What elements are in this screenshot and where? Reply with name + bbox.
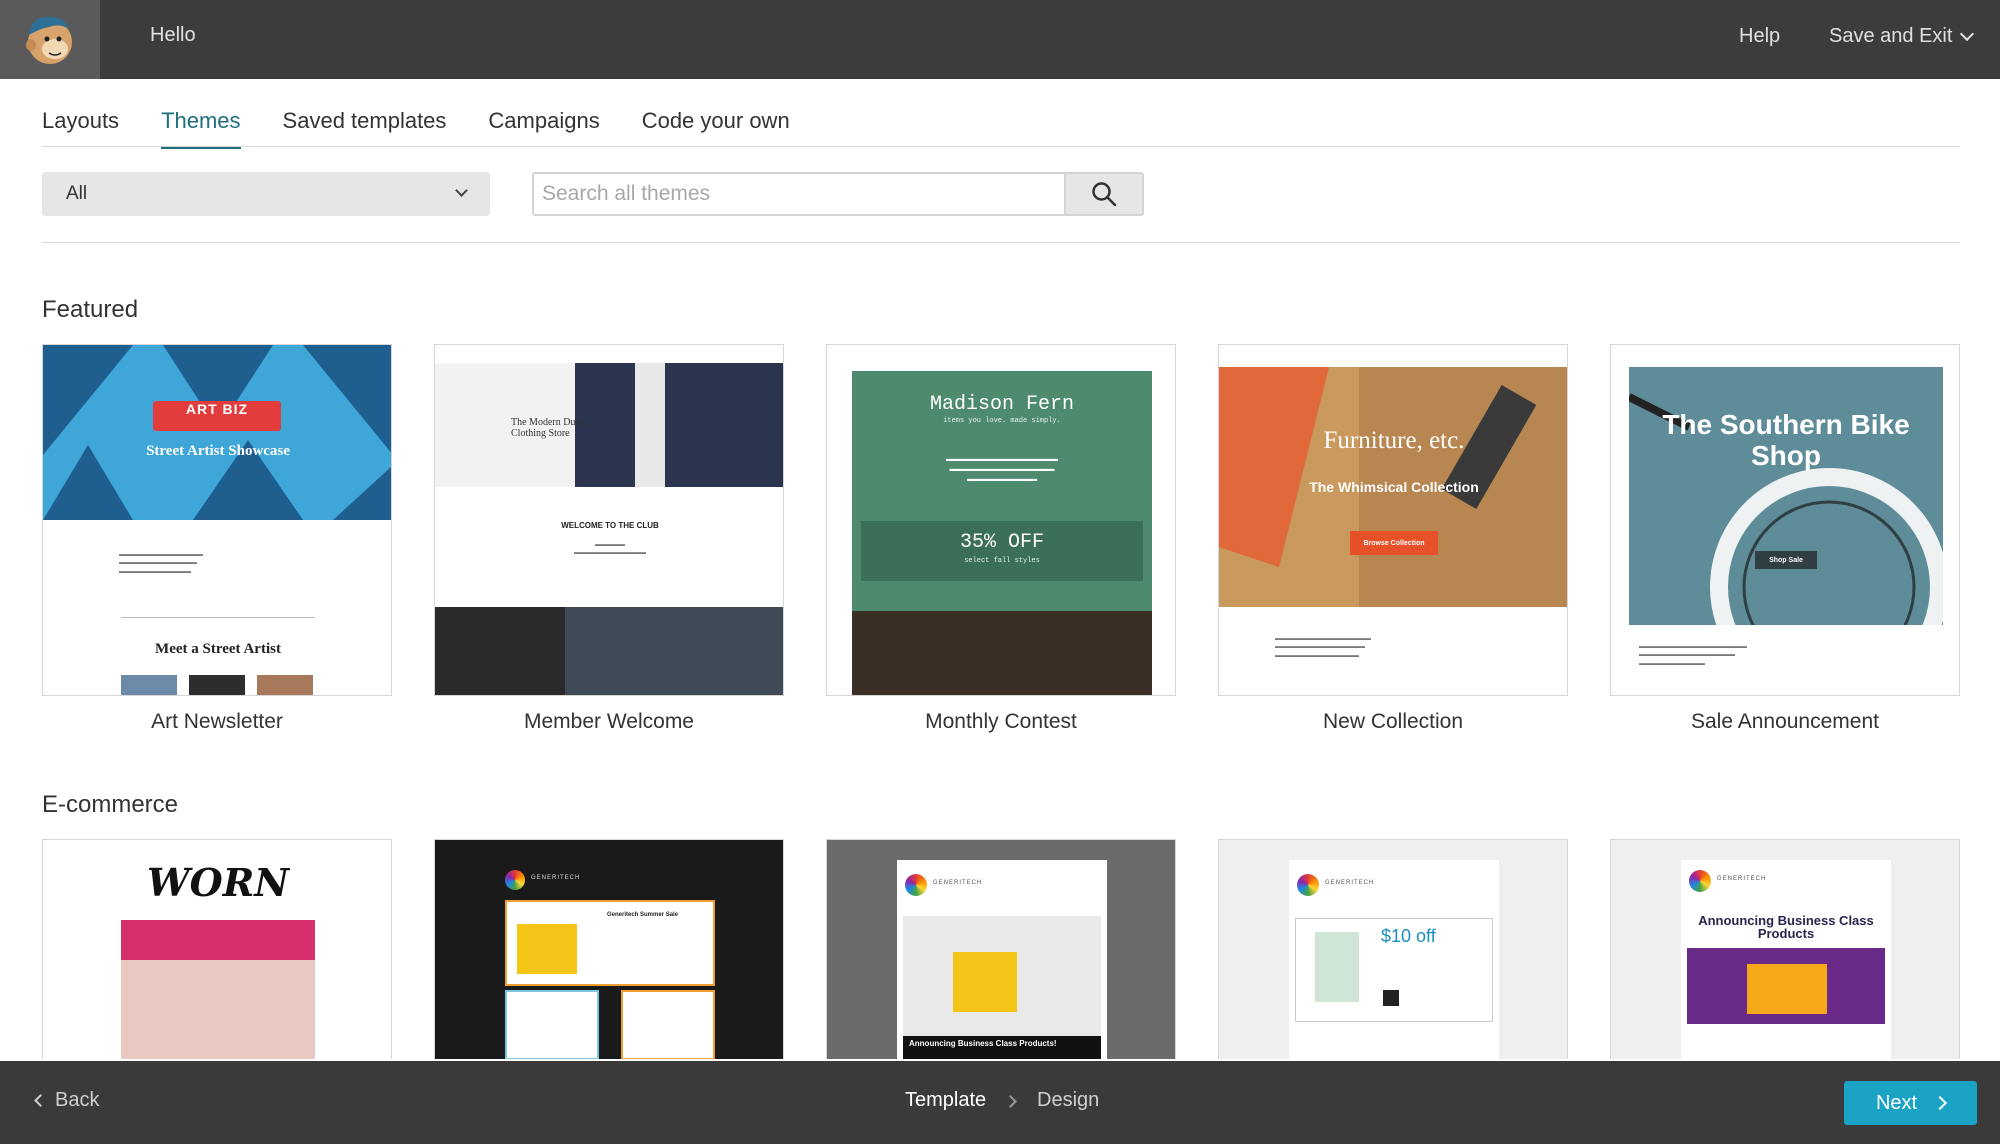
theme-card-art-newsletter[interactable]: ART BIZ Street Artist Showcase ▬▬▬▬▬▬▬▬▬… — [42, 344, 392, 696]
search-icon — [1092, 182, 1117, 207]
worn-hero-band — [121, 920, 315, 960]
theme-search — [532, 172, 1144, 216]
theme-card-sale-announcement[interactable]: The Southern Bike Shop Shop Sale ▬▬▬▬▬▬▬… — [1610, 344, 1960, 696]
new-collection-body-text: ▬▬▬▬▬▬▬▬▬▬▬▬▬▬▬▬ ▬▬▬▬▬▬▬▬▬▬▬▬▬▬▬ ▬▬▬▬▬▬▬▬▬… — [1275, 636, 1371, 659]
new-collection-subhead: The Whimsical Collection — [1309, 479, 1479, 495]
save-exit-label: Save and Exit — [1829, 25, 1953, 47]
back-button[interactable]: Back — [34, 1089, 100, 1112]
next-button[interactable]: Next — [1844, 1081, 1977, 1125]
template-tabs: Layouts Themes Saved templates Campaigns… — [42, 108, 832, 149]
worn-headline: WORN — [146, 860, 290, 905]
back-label: Back — [55, 1089, 100, 1111]
generitech-brand: GENERITECH — [1325, 880, 1375, 886]
monthly-contest-tagline: items you love. made simply. — [943, 417, 1061, 425]
member-welcome-headline: WELCOME TO THE CLUB — [561, 521, 659, 530]
art-newsletter-divider — [121, 617, 315, 618]
chevron-right-icon — [1004, 1095, 1017, 1108]
art-thumb-image — [121, 675, 177, 695]
monthly-contest-brand: Madison Fern — [929, 393, 1075, 416]
art-newsletter-hero-image — [43, 345, 391, 520]
generitech-logo-icon — [1297, 874, 1319, 896]
tab-themes[interactable]: Themes — [161, 108, 241, 149]
summer-sale-headline: Generitech Summer Sale — [607, 912, 679, 918]
filters-divider — [42, 242, 1960, 243]
theme-label-art-newsletter: Art Newsletter — [151, 710, 283, 733]
product-tile — [505, 990, 599, 1059]
tabs-divider — [42, 146, 1960, 147]
product-box-image — [1747, 964, 1827, 1014]
category-select-value: All — [66, 183, 88, 204]
sale-announcement-body-text: ▬▬▬▬▬▬▬▬▬▬▬▬▬▬▬▬▬▬ ▬▬▬▬▬▬▬▬▬▬▬▬▬▬▬▬ ▬▬▬▬▬▬… — [1639, 644, 1747, 667]
tab-saved-templates[interactable]: Saved templates — [283, 108, 447, 149]
shopping-bag-image — [1315, 932, 1359, 1002]
theme-card-ecom-business-class[interactable]: GENERITECH Announcing Business Class Pro… — [826, 839, 1176, 1059]
monthly-contest-offer-sub: select fall styles — [964, 557, 1040, 565]
theme-label-sale-announcement: Sale Announcement — [1691, 710, 1879, 733]
ten-off-offer: $10 off — [1381, 926, 1436, 946]
generitech-logo-icon — [905, 874, 927, 896]
announcing-headline: Announcing Business Class Products — [1698, 913, 1874, 941]
new-collection-headline: Furniture, etc. — [1323, 427, 1465, 454]
sale-announcement-headline: The Southern Bike Shop — [1662, 409, 1910, 471]
product-box-image — [953, 952, 1017, 1012]
monthly-contest-body-text: ▬▬▬▬▬▬▬▬▬▬▬▬▬▬▬▬ ▬▬▬▬▬▬▬▬▬▬▬▬▬▬▬ ▬▬▬▬▬▬▬▬▬… — [946, 456, 1058, 483]
help-link[interactable]: Help — [1739, 25, 1780, 48]
product-image — [517, 924, 577, 974]
chevron-down-icon — [455, 184, 468, 197]
member-welcome-brand: The Modern Dude Clothing Store — [511, 417, 585, 439]
theme-card-ecom-announcing[interactable]: GENERITECH Announcing Business Class Pro… — [1610, 839, 1960, 1059]
art-newsletter-subhead: Meet a Street Artist — [155, 641, 281, 657]
search-input[interactable] — [534, 174, 1064, 214]
theme-label-new-collection: New Collection — [1322, 710, 1464, 733]
generitech-logo-icon — [505, 870, 525, 890]
tab-code-your-own[interactable]: Code your own — [642, 108, 790, 149]
monthly-contest-offer: 35% OFF — [959, 531, 1044, 554]
generitech-logo-icon — [1689, 870, 1711, 892]
art-biz-logo-text: ART BIZ — [185, 401, 249, 417]
art-thumb-image — [189, 675, 245, 695]
chevron-down-icon — [1960, 26, 1975, 42]
generitech-brand: GENERITECH — [1717, 876, 1767, 882]
art-newsletter-body-text: ▬▬▬▬▬▬▬▬▬▬▬▬▬▬ ▬▬▬▬▬▬▬▬▬▬▬▬▬ ▬▬▬▬▬▬▬▬▬▬▬▬ — [119, 552, 203, 575]
browse-collection-button: Browse Collection — [1350, 531, 1438, 555]
section-title-ecommerce: E-commerce — [42, 791, 179, 818]
next-label: Next — [1875, 1091, 1918, 1114]
search-button[interactable] — [1064, 174, 1142, 214]
generitech-brand: GENERITECH — [531, 875, 581, 881]
tab-campaigns[interactable]: Campaigns — [488, 108, 599, 149]
theme-card-member-welcome[interactable]: The Modern Dude Clothing Store WELCOME T… — [434, 344, 784, 696]
section-title-featured: Featured — [42, 296, 139, 323]
member-welcome-body-text: ▬▬▬▬▬ ▬▬▬▬▬▬▬▬▬▬▬▬ — [574, 542, 646, 557]
category-select[interactable]: All — [42, 172, 490, 216]
theme-label-member-welcome: Member Welcome — [524, 710, 694, 733]
theme-label-monthly-contest: Monthly Contest — [925, 710, 1077, 733]
step-template: Template — [905, 1089, 987, 1111]
product-tile — [621, 990, 715, 1059]
top-bar: Hello Help Save and Exit — [0, 0, 2000, 79]
chevron-left-icon — [34, 1094, 47, 1107]
art-newsletter-headline: Street Artist Showcase — [146, 443, 290, 459]
mailchimp-logo-icon[interactable] — [0, 0, 100, 79]
theme-card-monthly-contest[interactable]: Madison Fern items you love. made simply… — [826, 344, 1176, 696]
theme-card-ecom-ten-off[interactable]: GENERITECH $10 off — [1218, 839, 1568, 1059]
shirt-image — [635, 363, 665, 487]
art-thumb-image — [257, 675, 313, 695]
generitech-brand: GENERITECH — [933, 880, 983, 886]
theme-card-new-collection[interactable]: Furniture, etc. The Whimsical Collection… — [1218, 344, 1568, 696]
greeting: Hello — [150, 24, 196, 46]
monthly-contest-photo — [852, 611, 1152, 695]
theme-card-ecom-worn[interactable]: WORN — [42, 839, 392, 1059]
shop-sale-button: Shop Sale — [1755, 551, 1817, 569]
save-and-exit-menu[interactable]: Save and Exit — [1829, 25, 1975, 48]
tab-layouts[interactable]: Layouts — [42, 108, 119, 149]
bottom-bar: Back Template Design Next — [0, 1061, 2000, 1144]
suit-image — [575, 363, 783, 487]
sale-announcement-hero-image — [1629, 367, 1943, 625]
business-class-headline: Announcing Business Class Products! — [903, 1036, 1101, 1059]
qr-code-image — [1383, 990, 1399, 1006]
theme-card-ecom-summer-sale[interactable]: GENERITECH Generitech Summer Sale — [434, 839, 784, 1059]
member-welcome-photo-shade — [435, 607, 565, 695]
chevron-right-icon — [1932, 1095, 1948, 1111]
step-design[interactable]: Design — [1037, 1089, 1099, 1112]
